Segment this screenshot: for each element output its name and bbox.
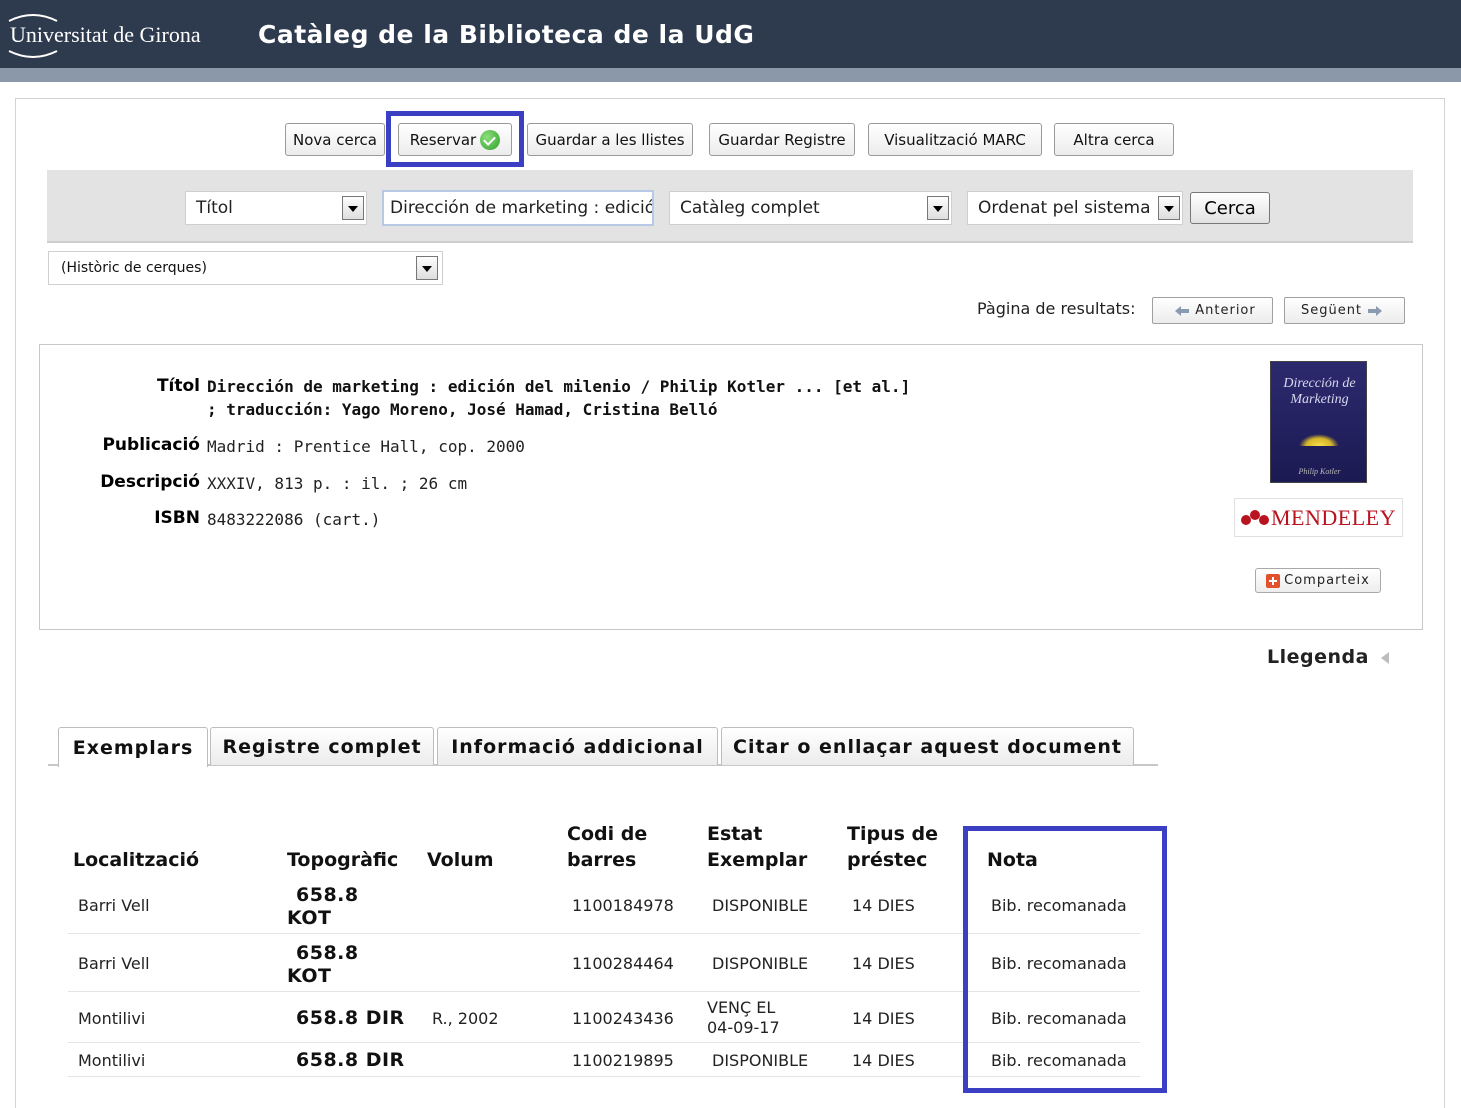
- reserve-highlight: [386, 111, 524, 167]
- row1-loan: 14 DIES: [852, 896, 915, 915]
- save-to-lists-button[interactable]: Guardar a les llistes: [527, 123, 693, 156]
- tab-full-record[interactable]: Registre complet: [210, 727, 434, 765]
- row1-topo-line1[interactable]: 658.8: [296, 883, 359, 907]
- chevron-down-icon[interactable]: [927, 196, 949, 220]
- row4-status: DISPONIBLE: [712, 1051, 809, 1070]
- header-volume: Volum: [427, 849, 494, 871]
- legend-label: Llegenda: [1267, 646, 1369, 668]
- sort-select[interactable]: Ordenat pel sistema: [967, 191, 1183, 225]
- new-search-button[interactable]: Nova cerca: [285, 123, 385, 156]
- save-record-button[interactable]: Guardar Registre: [709, 123, 855, 156]
- search-submit-button[interactable]: Cerca: [1190, 192, 1270, 224]
- row1-topo-line2[interactable]: KOT: [287, 906, 331, 930]
- row2-location: Barri Vell: [78, 954, 150, 973]
- header-location: Localització: [73, 849, 200, 871]
- cover-sun-graphic: [1299, 434, 1339, 446]
- row2-barcode: 1100284464: [572, 954, 674, 973]
- row3-loan: 14 DIES: [852, 1009, 915, 1028]
- previous-label: Anterior: [1195, 303, 1256, 318]
- search-field-select[interactable]: Títol: [185, 191, 367, 225]
- isbn-label: ISBN: [154, 508, 200, 528]
- mendeley-label: MENDELEY: [1271, 504, 1396, 530]
- row4-location: Montilivi: [78, 1051, 146, 1070]
- header-barcode-line1: Codi de: [567, 823, 648, 845]
- marc-view-button[interactable]: Visualització MARC: [868, 123, 1042, 156]
- triangle-left-icon: [1380, 651, 1389, 664]
- row1-barcode: 1100184978: [572, 896, 674, 915]
- title-label: Títol: [156, 376, 200, 396]
- row1-location: Barri Vell: [78, 896, 150, 915]
- search-query: Dirección de marketing : edición del mil…: [390, 198, 652, 218]
- row3-barcode: 1100243436: [572, 1009, 674, 1028]
- app-header: Universitat de Girona Catàleg de la Bibl…: [0, 0, 1461, 68]
- row4-barcode: 1100219895: [572, 1051, 674, 1070]
- title-value-line2: ; traducción: Yago Moreno, José Hamad, C…: [207, 400, 718, 419]
- header-status-line2: Exemplar: [707, 849, 808, 871]
- row3-location: Montilivi: [78, 1009, 146, 1028]
- isbn-value: 8483222086 (cart.): [207, 510, 381, 529]
- scope-value: Catàleg complet: [680, 198, 820, 218]
- next-label: Següent: [1300, 303, 1363, 318]
- university-logo[interactable]: Universitat de Girona: [8, 12, 248, 60]
- row4-topo[interactable]: 658.8 DIR: [296, 1048, 405, 1072]
- cover-title: Dirección de Marketing: [1283, 376, 1356, 407]
- header-loan-line1: Tipus de: [847, 823, 939, 845]
- arrow-right-icon: [1368, 305, 1383, 316]
- cover-author: Philip Kotler: [1298, 467, 1341, 476]
- row3-volume: R., 2002: [432, 1009, 499, 1028]
- mendeley-icon: [1241, 509, 1269, 527]
- next-page-button[interactable]: Següent: [1284, 297, 1405, 324]
- row2-topo-line2[interactable]: KOT: [287, 964, 331, 988]
- catalog-title: Catàleg de la Biblioteca de la UdG: [258, 20, 755, 49]
- legend-toggle[interactable]: Llegenda: [1267, 646, 1389, 668]
- row2-topo-line1[interactable]: 658.8: [296, 941, 359, 965]
- sort-value: Ordenat pel sistema: [978, 198, 1151, 218]
- share-button[interactable]: Comparteix: [1255, 568, 1381, 593]
- note-column-highlight: [963, 826, 1167, 1093]
- logo-arc-bottom-icon: [8, 50, 58, 58]
- row3-status-line1: VENÇ EL: [707, 998, 776, 1017]
- logo-arc-top-icon: [8, 14, 58, 22]
- header-status-line1: Estat: [707, 823, 763, 845]
- tab-additional-info[interactable]: Informació addicional: [437, 727, 718, 765]
- tab-exemplars[interactable]: Exemplars: [58, 727, 208, 767]
- share-label: Comparteix: [1284, 573, 1370, 588]
- row4-loan: 14 DIES: [852, 1051, 915, 1070]
- arrow-left-icon: [1175, 305, 1190, 316]
- mendeley-button[interactable]: MENDELEY: [1234, 498, 1403, 537]
- search-field-value: Títol: [196, 198, 233, 218]
- header-barcode-line2: barres: [567, 849, 637, 871]
- tab-cite-link[interactable]: Citar o enllaçar aquest document: [721, 727, 1134, 765]
- row2-status: DISPONIBLE: [712, 954, 809, 973]
- row3-topo[interactable]: 658.8 DIR: [296, 1006, 405, 1030]
- header-strip: [0, 68, 1461, 82]
- publication-value: Madrid : Prentice Hall, cop. 2000: [207, 437, 525, 456]
- chevron-down-icon[interactable]: [1158, 196, 1180, 220]
- title-value-line1: Dirección de marketing : edición del mil…: [207, 377, 911, 396]
- header-loan-line2: préstec: [847, 849, 928, 871]
- search-input[interactable]: Dirección de marketing : edición del mil…: [382, 190, 654, 226]
- scope-select[interactable]: Catàleg complet: [669, 191, 952, 225]
- row2-loan: 14 DIES: [852, 954, 915, 973]
- chevron-down-icon[interactable]: [342, 196, 364, 220]
- description-label: Descripció: [100, 472, 200, 492]
- results-page-label: Pàgina de resultats:: [977, 299, 1136, 318]
- history-label: (Històric de cerques): [61, 260, 207, 276]
- chevron-down-icon[interactable]: [416, 256, 438, 280]
- row1-status: DISPONIBLE: [712, 896, 809, 915]
- plus-icon: [1266, 573, 1281, 588]
- publication-label: Publicació: [102, 435, 200, 455]
- university-name: Universitat de Girona: [10, 22, 201, 47]
- book-cover[interactable]: Dirección de Marketing Philip Kotler: [1270, 361, 1367, 483]
- search-history-select[interactable]: (Històric de cerques): [48, 251, 443, 285]
- header-topo: Topogràfic: [287, 849, 399, 871]
- previous-page-button[interactable]: Anterior: [1152, 297, 1273, 324]
- description-value: XXXIV, 813 p. : il. ; 26 cm: [207, 474, 468, 493]
- row3-status-line2: 04-09-17: [707, 1018, 780, 1037]
- other-search-button[interactable]: Altra cerca: [1054, 123, 1174, 156]
